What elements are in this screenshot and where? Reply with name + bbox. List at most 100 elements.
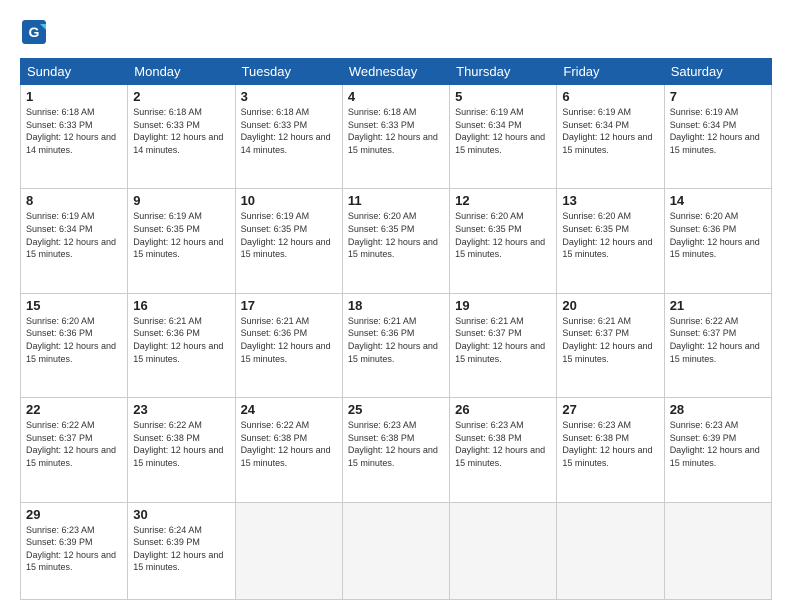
day-info: Sunrise: 6:22 AMSunset: 6:38 PMDaylight:… xyxy=(133,419,229,469)
day-info: Sunrise: 6:22 AMSunset: 6:38 PMDaylight:… xyxy=(241,419,337,469)
calendar-cell xyxy=(664,502,771,599)
day-number: 24 xyxy=(241,402,337,417)
calendar-cell: 14 Sunrise: 6:20 AMSunset: 6:36 PMDaylig… xyxy=(664,189,771,293)
day-number: 18 xyxy=(348,298,444,313)
col-wednesday: Wednesday xyxy=(342,59,449,85)
day-info: Sunrise: 6:20 AMSunset: 6:35 PMDaylight:… xyxy=(562,210,658,260)
col-monday: Monday xyxy=(128,59,235,85)
day-info: Sunrise: 6:23 AMSunset: 6:39 PMDaylight:… xyxy=(670,419,766,469)
logo-icon: G xyxy=(20,18,48,46)
day-number: 12 xyxy=(455,193,551,208)
calendar-cell: 18 Sunrise: 6:21 AMSunset: 6:36 PMDaylig… xyxy=(342,293,449,397)
calendar-cell: 19 Sunrise: 6:21 AMSunset: 6:37 PMDaylig… xyxy=(450,293,557,397)
day-number: 23 xyxy=(133,402,229,417)
calendar-cell: 29 Sunrise: 6:23 AMSunset: 6:39 PMDaylig… xyxy=(21,502,128,599)
day-info: Sunrise: 6:22 AMSunset: 6:37 PMDaylight:… xyxy=(26,419,122,469)
calendar-cell: 10 Sunrise: 6:19 AMSunset: 6:35 PMDaylig… xyxy=(235,189,342,293)
calendar-cell: 28 Sunrise: 6:23 AMSunset: 6:39 PMDaylig… xyxy=(664,398,771,502)
calendar-cell: 24 Sunrise: 6:22 AMSunset: 6:38 PMDaylig… xyxy=(235,398,342,502)
col-sunday: Sunday xyxy=(21,59,128,85)
calendar-cell: 6 Sunrise: 6:19 AMSunset: 6:34 PMDayligh… xyxy=(557,85,664,189)
day-number: 8 xyxy=(26,193,122,208)
day-number: 3 xyxy=(241,89,337,104)
day-number: 20 xyxy=(562,298,658,313)
day-number: 14 xyxy=(670,193,766,208)
calendar-cell xyxy=(557,502,664,599)
calendar-cell: 13 Sunrise: 6:20 AMSunset: 6:35 PMDaylig… xyxy=(557,189,664,293)
day-number: 6 xyxy=(562,89,658,104)
calendar-cell: 17 Sunrise: 6:21 AMSunset: 6:36 PMDaylig… xyxy=(235,293,342,397)
calendar-cell: 23 Sunrise: 6:22 AMSunset: 6:38 PMDaylig… xyxy=(128,398,235,502)
svg-text:G: G xyxy=(29,24,40,40)
day-info: Sunrise: 6:23 AMSunset: 6:38 PMDaylight:… xyxy=(455,419,551,469)
day-info: Sunrise: 6:18 AMSunset: 6:33 PMDaylight:… xyxy=(348,106,444,156)
day-info: Sunrise: 6:20 AMSunset: 6:35 PMDaylight:… xyxy=(455,210,551,260)
calendar-cell: 22 Sunrise: 6:22 AMSunset: 6:37 PMDaylig… xyxy=(21,398,128,502)
day-info: Sunrise: 6:21 AMSunset: 6:36 PMDaylight:… xyxy=(348,315,444,365)
calendar-cell: 8 Sunrise: 6:19 AMSunset: 6:34 PMDayligh… xyxy=(21,189,128,293)
calendar-cell: 2 Sunrise: 6:18 AMSunset: 6:33 PMDayligh… xyxy=(128,85,235,189)
calendar-table: Sunday Monday Tuesday Wednesday Thursday… xyxy=(20,58,772,600)
day-info: Sunrise: 6:18 AMSunset: 6:33 PMDaylight:… xyxy=(241,106,337,156)
logo: G xyxy=(20,18,52,46)
day-info: Sunrise: 6:19 AMSunset: 6:35 PMDaylight:… xyxy=(133,210,229,260)
day-info: Sunrise: 6:22 AMSunset: 6:37 PMDaylight:… xyxy=(670,315,766,365)
day-info: Sunrise: 6:21 AMSunset: 6:36 PMDaylight:… xyxy=(133,315,229,365)
calendar-cell: 4 Sunrise: 6:18 AMSunset: 6:33 PMDayligh… xyxy=(342,85,449,189)
day-number: 10 xyxy=(241,193,337,208)
day-info: Sunrise: 6:21 AMSunset: 6:37 PMDaylight:… xyxy=(562,315,658,365)
day-info: Sunrise: 6:23 AMSunset: 6:38 PMDaylight:… xyxy=(562,419,658,469)
day-info: Sunrise: 6:24 AMSunset: 6:39 PMDaylight:… xyxy=(133,524,229,574)
day-info: Sunrise: 6:23 AMSunset: 6:38 PMDaylight:… xyxy=(348,419,444,469)
day-number: 13 xyxy=(562,193,658,208)
day-info: Sunrise: 6:19 AMSunset: 6:34 PMDaylight:… xyxy=(26,210,122,260)
calendar-cell: 25 Sunrise: 6:23 AMSunset: 6:38 PMDaylig… xyxy=(342,398,449,502)
calendar-cell: 27 Sunrise: 6:23 AMSunset: 6:38 PMDaylig… xyxy=(557,398,664,502)
header: G xyxy=(20,18,772,46)
calendar-cell xyxy=(342,502,449,599)
day-info: Sunrise: 6:23 AMSunset: 6:39 PMDaylight:… xyxy=(26,524,122,574)
day-number: 15 xyxy=(26,298,122,313)
day-number: 27 xyxy=(562,402,658,417)
calendar-cell: 1 Sunrise: 6:18 AMSunset: 6:33 PMDayligh… xyxy=(21,85,128,189)
col-thursday: Thursday xyxy=(450,59,557,85)
day-number: 16 xyxy=(133,298,229,313)
col-friday: Friday xyxy=(557,59,664,85)
day-number: 25 xyxy=(348,402,444,417)
calendar-cell: 26 Sunrise: 6:23 AMSunset: 6:38 PMDaylig… xyxy=(450,398,557,502)
day-info: Sunrise: 6:19 AMSunset: 6:34 PMDaylight:… xyxy=(455,106,551,156)
day-number: 19 xyxy=(455,298,551,313)
day-number: 9 xyxy=(133,193,229,208)
calendar-cell: 16 Sunrise: 6:21 AMSunset: 6:36 PMDaylig… xyxy=(128,293,235,397)
day-number: 4 xyxy=(348,89,444,104)
day-info: Sunrise: 6:20 AMSunset: 6:35 PMDaylight:… xyxy=(348,210,444,260)
calendar-cell: 3 Sunrise: 6:18 AMSunset: 6:33 PMDayligh… xyxy=(235,85,342,189)
day-info: Sunrise: 6:21 AMSunset: 6:37 PMDaylight:… xyxy=(455,315,551,365)
calendar-cell: 21 Sunrise: 6:22 AMSunset: 6:37 PMDaylig… xyxy=(664,293,771,397)
day-number: 29 xyxy=(26,507,122,522)
calendar-cell: 20 Sunrise: 6:21 AMSunset: 6:37 PMDaylig… xyxy=(557,293,664,397)
page: G Sunday Monday Tuesday Wednesday Thursd… xyxy=(0,0,792,612)
day-number: 28 xyxy=(670,402,766,417)
day-info: Sunrise: 6:20 AMSunset: 6:36 PMDaylight:… xyxy=(26,315,122,365)
day-info: Sunrise: 6:18 AMSunset: 6:33 PMDaylight:… xyxy=(26,106,122,156)
calendar-cell: 5 Sunrise: 6:19 AMSunset: 6:34 PMDayligh… xyxy=(450,85,557,189)
day-number: 30 xyxy=(133,507,229,522)
calendar-cell: 15 Sunrise: 6:20 AMSunset: 6:36 PMDaylig… xyxy=(21,293,128,397)
day-number: 17 xyxy=(241,298,337,313)
day-number: 1 xyxy=(26,89,122,104)
calendar-cell: 12 Sunrise: 6:20 AMSunset: 6:35 PMDaylig… xyxy=(450,189,557,293)
day-number: 2 xyxy=(133,89,229,104)
col-saturday: Saturday xyxy=(664,59,771,85)
day-number: 21 xyxy=(670,298,766,313)
calendar-cell: 7 Sunrise: 6:19 AMSunset: 6:34 PMDayligh… xyxy=(664,85,771,189)
day-number: 11 xyxy=(348,193,444,208)
calendar-header-row: Sunday Monday Tuesday Wednesday Thursday… xyxy=(21,59,772,85)
day-number: 5 xyxy=(455,89,551,104)
calendar-cell xyxy=(235,502,342,599)
calendar-cell: 11 Sunrise: 6:20 AMSunset: 6:35 PMDaylig… xyxy=(342,189,449,293)
day-number: 22 xyxy=(26,402,122,417)
calendar-cell xyxy=(450,502,557,599)
day-info: Sunrise: 6:18 AMSunset: 6:33 PMDaylight:… xyxy=(133,106,229,156)
col-tuesday: Tuesday xyxy=(235,59,342,85)
